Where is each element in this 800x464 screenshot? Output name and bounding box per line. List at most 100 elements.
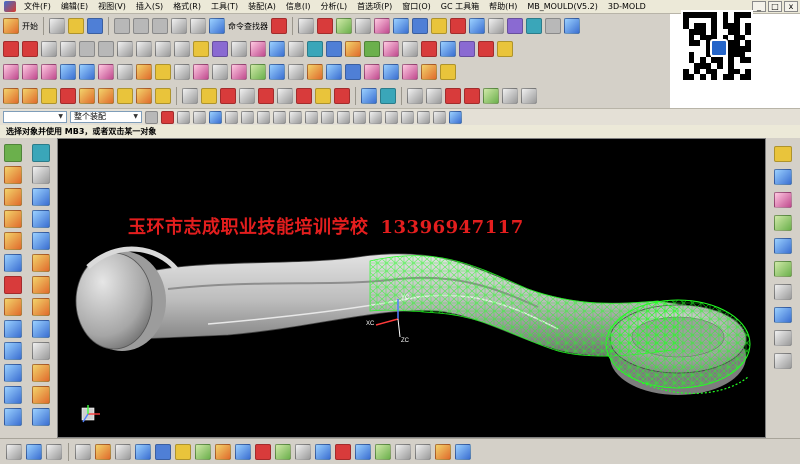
menu-information[interactable]: 信息(I)	[281, 0, 316, 14]
csys-icon[interactable]	[135, 443, 151, 460]
sketch-icon[interactable]	[4, 144, 22, 162]
blank-icon[interactable]	[315, 443, 331, 460]
ruler-icon[interactable]	[435, 443, 451, 460]
through-curves-icon[interactable]	[41, 64, 57, 80]
drafted-block-icon[interactable]	[32, 320, 50, 338]
snap-tangent-icon[interactable]	[369, 110, 382, 124]
datum-plane-icon[interactable]	[32, 166, 50, 184]
block-icon[interactable]	[4, 188, 22, 206]
pipe-icon[interactable]	[32, 408, 50, 426]
selection-scope-dropdown[interactable]: 整个装配 ▼	[70, 111, 142, 123]
isometric-view-icon[interactable]	[469, 18, 485, 34]
n-sided-surface-icon[interactable]	[98, 64, 114, 80]
sew-icon[interactable]	[212, 64, 228, 80]
unblank-icon[interactable]	[335, 443, 351, 460]
menu-tools[interactable]: 工具(T)	[206, 0, 243, 14]
replace-face-icon[interactable]	[315, 88, 331, 104]
hole-icon[interactable]	[41, 88, 57, 104]
heart-curve-icon[interactable]	[250, 41, 266, 57]
delete-face-icon[interactable]	[334, 88, 350, 104]
ladder-icon[interactable]	[32, 342, 50, 360]
select-all-icon[interactable]	[161, 110, 174, 124]
section-view-icon[interactable]	[426, 88, 442, 104]
stair-icon[interactable]	[32, 386, 50, 404]
save-icon[interactable]	[87, 18, 103, 34]
repeat-command-icon[interactable]	[271, 18, 287, 34]
mirror-feature-icon[interactable]	[277, 88, 293, 104]
four-point-surface-icon[interactable]	[3, 64, 19, 80]
maximize-button[interactable]: □	[768, 1, 782, 12]
edit-curve-icon[interactable]	[478, 41, 494, 57]
revolve-icon[interactable]	[22, 88, 38, 104]
part-navigator-icon[interactable]	[774, 192, 792, 208]
render-style-icon[interactable]	[374, 18, 390, 34]
divide-curve-icon[interactable]	[402, 41, 418, 57]
start-icon[interactable]	[3, 18, 19, 34]
law-extension-icon[interactable]	[155, 64, 171, 80]
offset-surface-icon[interactable]	[174, 64, 190, 80]
snap-intersect-icon[interactable]	[225, 110, 238, 124]
wedge-icon[interactable]	[4, 386, 22, 404]
reflection-icon[interactable]	[483, 88, 499, 104]
snap-circle-icon[interactable]	[401, 110, 414, 124]
arc-icon[interactable]	[22, 41, 38, 57]
open-folder-icon[interactable]	[68, 18, 84, 34]
extend-curve-icon[interactable]	[421, 41, 437, 57]
close-button[interactable]: x	[784, 1, 798, 12]
reuse-library-icon[interactable]	[774, 215, 792, 231]
analysis-face-icon[interactable]	[445, 88, 461, 104]
extrude-side-icon[interactable]	[4, 166, 22, 184]
measure-icon[interactable]	[380, 88, 396, 104]
spline-icon[interactable]	[60, 41, 76, 57]
process-studio-icon[interactable]	[774, 330, 792, 346]
face-blend-icon[interactable]	[250, 64, 266, 80]
sphere-icon[interactable]	[32, 364, 50, 382]
snap-cube-icon[interactable]	[449, 110, 462, 124]
match-edge-icon[interactable]	[383, 64, 399, 80]
menu-edit[interactable]: 编辑(E)	[56, 0, 93, 14]
menu-format[interactable]: 格式(R)	[168, 0, 206, 14]
move-object-icon[interactable]	[215, 443, 231, 460]
menu-view[interactable]: 视图(V)	[93, 0, 131, 14]
curve-length-icon[interactable]	[459, 41, 475, 57]
snap-center-icon[interactable]	[241, 110, 254, 124]
plane-icon[interactable]	[115, 443, 131, 460]
menu-help[interactable]: 帮助(H)	[484, 0, 522, 14]
extrude-icon[interactable]	[3, 88, 19, 104]
cube-icon[interactable]	[32, 188, 50, 206]
extension-surface-icon[interactable]	[136, 64, 152, 80]
global-shaping-icon[interactable]	[364, 64, 380, 80]
paste-icon[interactable]	[152, 18, 168, 34]
roles-icon[interactable]	[774, 353, 792, 369]
project-curve-icon[interactable]	[288, 41, 304, 57]
curvature-icon[interactable]	[464, 88, 480, 104]
select-filter-icon[interactable]	[317, 18, 333, 34]
menu-window[interactable]: 窗口(O)	[397, 0, 436, 14]
cross-icon[interactable]	[79, 41, 95, 57]
ruled-surface-icon[interactable]	[22, 64, 38, 80]
text-cursor-icon[interactable]	[298, 18, 314, 34]
law-curve-icon[interactable]	[212, 41, 228, 57]
pattern-feature-icon[interactable]	[296, 88, 312, 104]
drafting-icon[interactable]	[415, 443, 431, 460]
layer-settings-icon[interactable]	[507, 18, 523, 34]
intersect-icon[interactable]	[98, 88, 114, 104]
menu-gc-toolkit[interactable]: GC 工具箱	[436, 0, 484, 14]
measure-distance-icon[interactable]	[395, 443, 411, 460]
command-finder-icon[interactable]	[209, 18, 225, 34]
object-display-icon[interactable]	[295, 443, 311, 460]
menu-mb-mould[interactable]: MB_MOULD(V5.2)	[522, 0, 603, 14]
mesh-curve-icon[interactable]	[326, 41, 342, 57]
snap-pole-icon[interactable]	[337, 110, 350, 124]
snap-on-curve-icon[interactable]	[289, 110, 302, 124]
unite-icon[interactable]	[60, 88, 76, 104]
tree-icon[interactable]	[275, 443, 291, 460]
highlight-lines-icon[interactable]	[502, 88, 518, 104]
gears-icon[interactable]	[175, 443, 191, 460]
new-file-icon[interactable]	[49, 18, 65, 34]
ellipse-icon[interactable]	[174, 41, 190, 57]
zoom-icon[interactable]	[412, 18, 428, 34]
shaded-body-icon[interactable]	[407, 88, 423, 104]
box-icon[interactable]	[32, 210, 50, 228]
edit-parameters-icon[interactable]	[255, 443, 271, 460]
